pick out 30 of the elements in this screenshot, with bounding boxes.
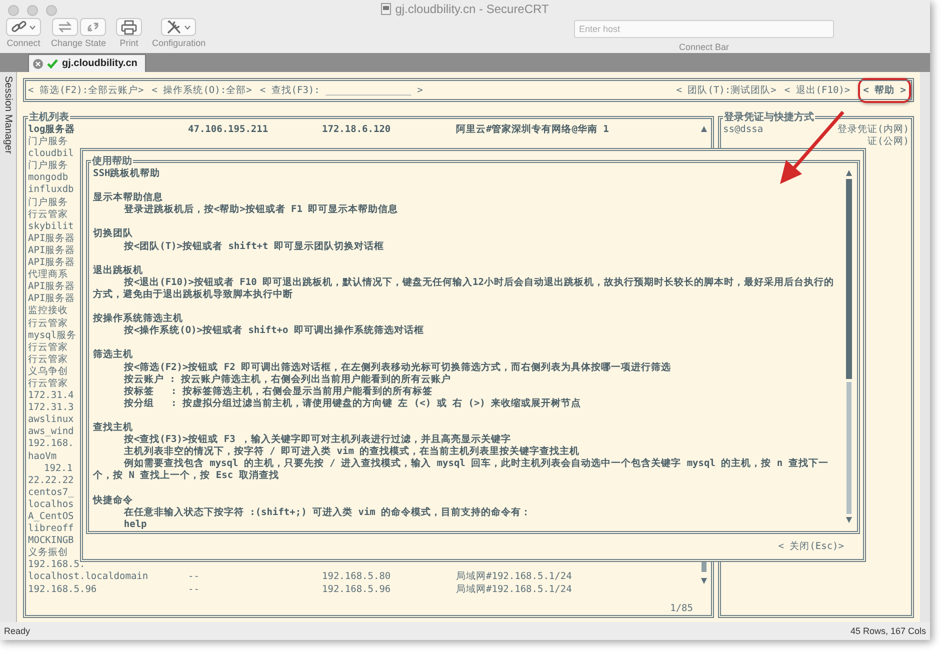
- section-heading: 显示本帮助信息: [93, 192, 164, 204]
- help-text: 按<团队(T)>按钮或者 shift+t 即可显示团队切换对话框: [122, 240, 385, 253]
- section-heading: 筛选主机: [93, 349, 134, 362]
- status-text: 45 Rows, 167 Cols: [850, 626, 926, 636]
- help-text: 主机列表非空的情况下，按字符 / 即可进入类 vim 的查找模式，在当前主机列表里按关键字查找主机: [122, 446, 581, 458]
- panel-title: 主机列表: [28, 110, 70, 124]
- section-heading: 切换团队: [93, 228, 134, 241]
- help-text: 按<退出(F10)>按钮或者 F10 即可退出跳板机，默认情况下，键盘无任何输入12小时后会自动退出跳板机，故执行预期时长较长的脚本时，最好采用后台执行的方式，避免由于退出跳板机导致脚本执行中断: [93, 276, 835, 302]
- help-text: 按<查找(F3)>按钮或 F3 ，输入关键字即可对主机列表进行过滤，并且高亮显示关键字: [122, 434, 512, 446]
- help-text: 登录进跳板机后，按<帮助>按钮或者 F1 即可显示本帮助信息: [122, 204, 400, 216]
- panel-title: 使用帮助: [91, 154, 133, 168]
- toolbar-label: Change State: [51, 38, 106, 48]
- help-title: SSH跳板机帮助: [93, 168, 162, 180]
- help-text: 按标签 : 按标签筛选主机，右侧会显示当前用户能看到的所有标签: [122, 386, 434, 398]
- section-heading: 按操作系统筛选主机: [93, 313, 184, 324]
- help-text: 例如需要查找包含 mysql 的主机，只要先按 / 进入查找模式，输入 mysql 回车，此时主机列表会自动选中一个包含关键字 mysql 的主机，按 n 查找下一个，按 N 查找上一个，按 Esc 取消查找: [93, 458, 830, 482]
- help-text: 按<操作系统(O)>按钮或者 shift+o 即可调出操作系统筛选对话框: [122, 325, 425, 338]
- section-heading: 快捷命令: [93, 494, 134, 507]
- status-text: Ready: [4, 626, 30, 636]
- help-text: 在任意非输入状态下按字符 :(shift+;) 可进入类 vim 的命令模式，目前支持的命令有：: [122, 506, 532, 519]
- window-title: gj.cloudbility.cn - SecureCRT: [395, 2, 549, 16]
- connect-bar-label: Connect Bar: [678, 42, 730, 52]
- panel-title: 登录凭证与快捷方式: [723, 110, 815, 124]
- section-heading: 退出跳板机: [93, 264, 144, 277]
- page-counter: 1/85: [669, 603, 694, 615]
- help-text: 按云账户 : 按云账户筛选主机，右侧会列出当前用户能看到的所有云账户: [122, 374, 452, 386]
- section-heading: 查找主机: [93, 422, 134, 434]
- help-text: 按分组 : 按虚拟分组过滤当前主机，请使用键盘的方向键 左 (<) 或 右 (>) 来收缩或展开树节点: [122, 398, 582, 410]
- help-text: 按<筛选(F2)>按钮或 F2 即可调出筛选对话框，在左侧列表移动光标可切换筛选方式，而右侧列表为具体按哪一项进行筛选: [122, 362, 672, 374]
- help-text: help: [122, 518, 148, 531]
